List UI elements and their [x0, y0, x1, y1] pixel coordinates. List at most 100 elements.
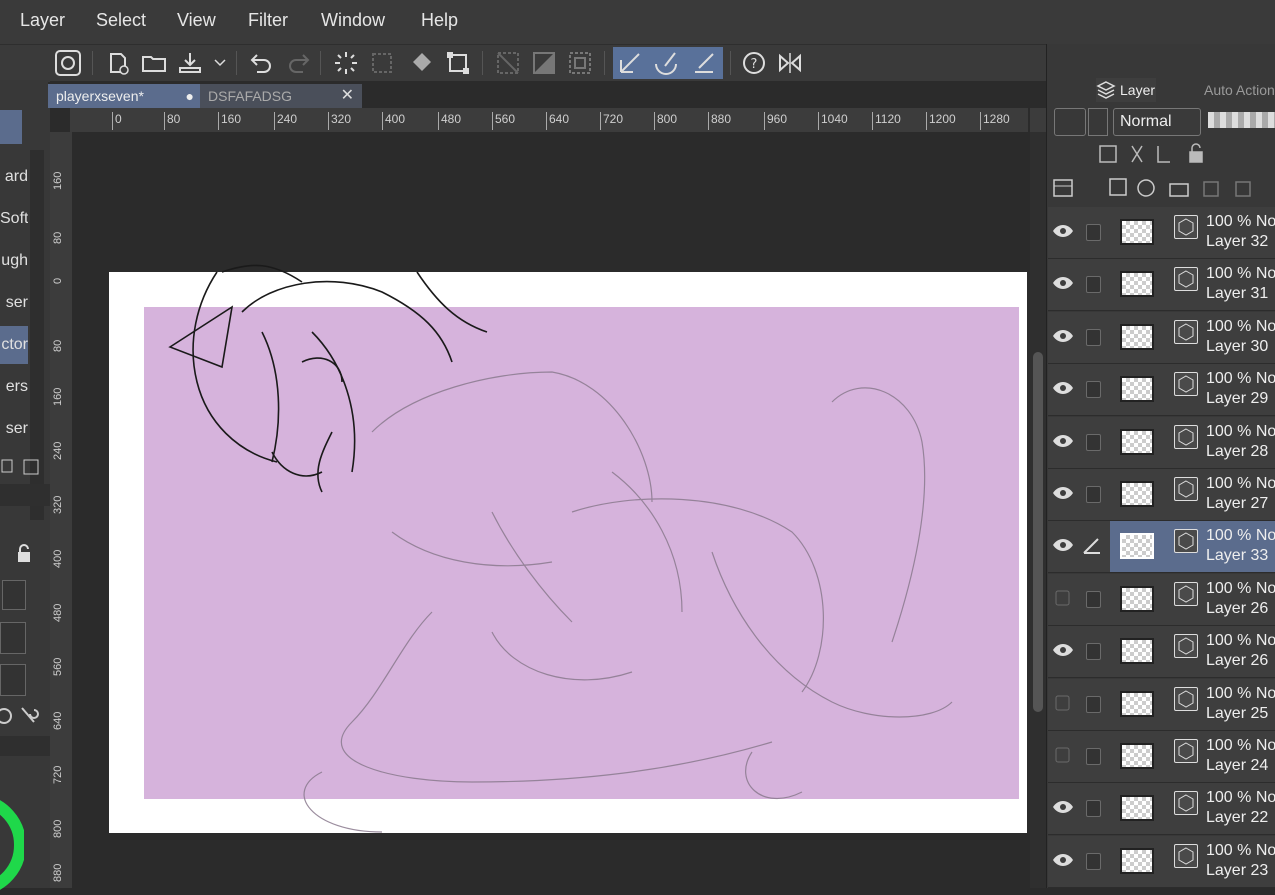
visibility-eye-icon[interactable]: [1052, 433, 1074, 449]
ruler-tick: 1200: [926, 112, 956, 130]
layer-row[interactable]: 100 % No Layer 32: [1048, 207, 1275, 259]
canvas-artwork[interactable]: [72, 132, 1028, 888]
subtool-item[interactable]: ers: [0, 368, 28, 406]
tab-layer[interactable]: Layer: [1096, 78, 1156, 102]
lock-icon[interactable]: [14, 544, 38, 564]
subtool-item[interactable]: Soft: [0, 200, 28, 238]
visibility-eye-icon[interactable]: [1052, 590, 1074, 606]
undo-icon[interactable]: [248, 49, 276, 77]
sub-tool-header: [0, 110, 22, 144]
subtool-item[interactable]: ser: [0, 410, 28, 448]
ruler-tick: 640: [546, 112, 569, 130]
menu-window[interactable]: Window: [321, 10, 385, 31]
subtool-item[interactable]: ard: [0, 158, 28, 196]
menu-view[interactable]: View: [177, 10, 216, 31]
menu-select[interactable]: Select: [96, 10, 146, 31]
blend-mode-select[interactable]: Normal: [1113, 108, 1201, 136]
open-folder-icon[interactable]: [140, 49, 168, 77]
tab-auto-action[interactable]: Auto Action: [1168, 78, 1275, 102]
color-wheel[interactable]: [0, 800, 27, 890]
layer-row[interactable]: 100 % No Layer 30: [1048, 312, 1275, 364]
app-logo-icon[interactable]: [54, 49, 82, 77]
redo-icon[interactable]: [284, 49, 312, 77]
layer-row[interactable]: 100 % No Layer 28: [1048, 417, 1275, 469]
flip-horizontal-icon[interactable]: [776, 49, 804, 77]
layer-row[interactable]: 100 % No Layer 24: [1048, 731, 1275, 783]
subtool-item[interactable]: ser: [0, 284, 28, 322]
layer-row[interactable]: 100 % No Layer 31: [1048, 259, 1275, 311]
visibility-eye-icon[interactable]: [1052, 799, 1074, 815]
close-icon[interactable]: ✕: [341, 84, 354, 108]
setting-dropdown[interactable]: [0, 664, 26, 696]
selection-border-icon[interactable]: [566, 49, 594, 77]
layer-property-icon[interactable]: [1052, 176, 1076, 200]
layer-check-box[interactable]: [1086, 276, 1101, 293]
select-layer-icon[interactable]: [368, 49, 396, 77]
visibility-eye-icon[interactable]: [1052, 747, 1074, 763]
layer-opacity: 100 % No: [1206, 423, 1275, 440]
layer-row[interactable]: 100 % No Layer 26: [1048, 574, 1275, 626]
wrench-icon[interactable]: [0, 704, 46, 728]
layer-row[interactable]: 100 % No Layer 29: [1048, 364, 1275, 416]
visibility-eye-icon[interactable]: [1052, 695, 1074, 711]
visibility-eye-icon[interactable]: [1052, 380, 1074, 396]
layer-check-box[interactable]: [1086, 748, 1101, 765]
subtool-item[interactable]: ugh: [0, 242, 28, 280]
menu-help[interactable]: Help: [421, 10, 458, 31]
layer-check-box[interactable]: [1086, 800, 1101, 817]
layer-thumbnail: [1120, 533, 1154, 559]
visibility-eye-icon[interactable]: [1052, 223, 1074, 239]
deselect-icon[interactable]: [494, 49, 522, 77]
vertical-scrollbar[interactable]: [1030, 132, 1046, 888]
transform-icon[interactable]: [444, 49, 472, 77]
layer-name: Layer 24: [1206, 757, 1269, 774]
chevron-down-icon[interactable]: [1088, 108, 1108, 136]
layer-check-box[interactable]: [1086, 696, 1101, 713]
setting-dropdown[interactable]: [0, 622, 26, 654]
visibility-eye-icon[interactable]: [1052, 328, 1074, 344]
menu-layer[interactable]: Layer: [20, 10, 65, 31]
layer-row[interactable]: 100 % No Layer 23: [1048, 836, 1275, 888]
pen-edit-icon[interactable]: [1082, 535, 1102, 555]
tab-dsfafadsg[interactable]: DSFAFADSG ✕: [200, 84, 362, 108]
scrollbar-thumb[interactable]: [1033, 352, 1043, 712]
snap-ruler-icon[interactable]: [616, 49, 644, 77]
tab-playerxseven[interactable]: playerxseven* ●: [48, 84, 206, 108]
chevron-down-icon[interactable]: [206, 49, 234, 77]
layer-check-box[interactable]: [1086, 381, 1101, 398]
invert-selection-icon[interactable]: [530, 49, 558, 77]
fill-icon[interactable]: [408, 49, 436, 77]
setting-toggle[interactable]: [2, 580, 26, 610]
visibility-eye-icon[interactable]: [1052, 642, 1074, 658]
layer-check-box[interactable]: [1086, 434, 1101, 451]
layer-row[interactable]: 100 % No Layer 25: [1048, 679, 1275, 731]
layer-check-box[interactable]: [1086, 591, 1101, 608]
layer-opacity: 100 % No: [1206, 527, 1275, 544]
layer-check-box[interactable]: [1086, 853, 1101, 870]
visibility-eye-icon[interactable]: [1052, 537, 1074, 553]
vector-layer-icon: [1174, 844, 1198, 868]
opacity-slider[interactable]: [1208, 112, 1275, 128]
layer-opacity: 100 % No: [1206, 685, 1275, 702]
layer-check-box[interactable]: [1086, 643, 1101, 660]
snap-grid-icon[interactable]: [690, 49, 718, 77]
help-icon[interactable]: ?: [740, 49, 768, 77]
visibility-eye-icon[interactable]: [1052, 485, 1074, 501]
snap-special-ruler-icon[interactable]: [652, 49, 680, 77]
layer-row[interactable]: 100 % No Layer 33: [1048, 521, 1275, 573]
save-icon[interactable]: [176, 49, 204, 77]
visibility-eye-icon[interactable]: [1052, 852, 1074, 868]
layer-check-box[interactable]: [1086, 224, 1101, 241]
menu-filter[interactable]: Filter: [248, 10, 288, 31]
loading-spin-icon[interactable]: [332, 49, 360, 77]
canvas-area[interactable]: [72, 132, 1028, 888]
layer-check-box[interactable]: [1086, 486, 1101, 503]
layer-row[interactable]: 100 % No Layer 27: [1048, 469, 1275, 521]
layer-check-box[interactable]: [1086, 329, 1101, 346]
visibility-eye-icon[interactable]: [1052, 275, 1074, 291]
layer-row[interactable]: 100 % No Layer 26: [1048, 626, 1275, 678]
new-file-icon[interactable]: [104, 49, 132, 77]
layer-color-button[interactable]: [1054, 108, 1086, 136]
subtool-item-selected[interactable]: ctor: [0, 326, 28, 364]
layer-row[interactable]: 100 % No Layer 22: [1048, 783, 1275, 835]
